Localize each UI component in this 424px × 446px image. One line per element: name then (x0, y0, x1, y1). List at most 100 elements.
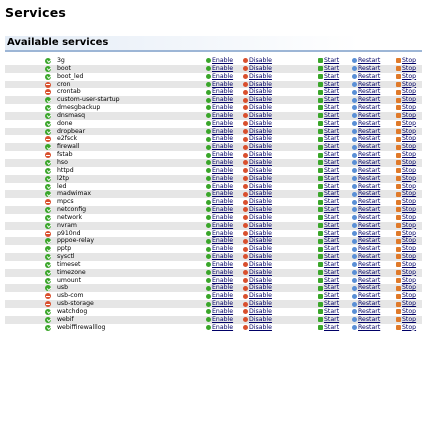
enable-icon (206, 254, 211, 260)
restart-label: Restart (358, 88, 381, 96)
restart-label: Restart (358, 72, 381, 80)
stop-icon (396, 301, 401, 307)
service-row: pppoe-relay Enable Disable Start Restart Stop (5, 237, 422, 246)
start-label: Start (324, 206, 340, 214)
enable-label: Enable (212, 190, 234, 198)
restart-label: Restart (358, 315, 381, 323)
enable-icon (206, 230, 211, 236)
disable-icon (243, 317, 248, 323)
service-name: done (57, 119, 73, 127)
enable-icon (206, 223, 211, 229)
enable-icon (206, 136, 211, 142)
service-name: led (57, 182, 67, 190)
service-name: dmesgbackup (57, 104, 101, 112)
disable-icon (243, 89, 248, 95)
stop-icon (396, 97, 401, 103)
status-enabled-icon (45, 246, 51, 253)
enable-label: Enable (212, 127, 234, 135)
service-name: l2tp (57, 174, 70, 182)
status-disabled-icon (45, 89, 51, 96)
enable-icon (206, 113, 211, 119)
enable-icon (206, 97, 211, 103)
restart-label: Restart (358, 190, 381, 198)
stop-icon (396, 270, 401, 276)
service-name: pppoe-relay (57, 237, 94, 245)
enable-icon (206, 176, 211, 182)
disable-icon (243, 66, 248, 72)
disable-icon (243, 262, 248, 268)
service-row: pptp Enable Disable Start Restart Stop (5, 245, 422, 253)
start-label: Start (324, 308, 340, 315)
stop-label: Stop (402, 111, 417, 119)
enable-label: Enable (212, 72, 234, 80)
disable-icon (243, 293, 248, 299)
restart-label: Restart (358, 323, 381, 331)
service-name: webiffirewalllog (57, 323, 106, 331)
service-name: usb-storage (57, 300, 94, 308)
start-icon (318, 176, 323, 182)
start-label: Start (324, 104, 340, 112)
status-disabled-icon (45, 199, 51, 206)
start-label: Start (324, 64, 340, 72)
restart-label: Restart (358, 276, 381, 284)
restart-label: Restart (358, 253, 381, 261)
stop-icon (396, 262, 401, 268)
start-label: Start (324, 96, 340, 104)
restart-icon (352, 301, 357, 307)
stop-label: Stop (402, 300, 417, 308)
status-enabled-icon (45, 58, 51, 64)
status-enabled-icon (45, 112, 51, 119)
disable-label: Disable (249, 260, 272, 268)
restart-label: Restart (358, 158, 381, 166)
start-icon (318, 285, 323, 291)
service-name: fstab (57, 151, 73, 159)
enable-label: Enable (212, 229, 234, 237)
page-title: Services (5, 5, 67, 20)
disable-icon (243, 238, 248, 244)
disable-label: Disable (249, 268, 272, 276)
restart-label: Restart (358, 96, 381, 104)
stop-label: Stop (402, 72, 417, 80)
restart-icon (352, 199, 357, 205)
stop-label: Stop (402, 182, 417, 190)
services-list: 3g Enable Disable Start Restart Stop boot Enabl… (5, 57, 422, 332)
stop-icon (396, 144, 401, 150)
start-icon (318, 230, 323, 236)
disable-label: Disable (249, 57, 272, 64)
restart-label: Restart (358, 300, 381, 308)
restart-icon (352, 230, 357, 236)
disable-label: Disable (249, 64, 272, 72)
restart-icon (352, 238, 357, 244)
restart-label: Restart (358, 151, 381, 159)
start-label: Start (324, 182, 340, 190)
disable-label: Disable (249, 206, 272, 214)
status-enabled-icon (45, 191, 51, 198)
service-name: timezone (57, 268, 86, 276)
restart-icon (352, 160, 357, 166)
status-enabled-icon (45, 105, 51, 112)
status-enabled-icon (45, 261, 51, 268)
disable-label: Disable (249, 229, 272, 237)
status-enabled-icon (45, 254, 51, 261)
stop-icon (396, 183, 401, 189)
start-icon (318, 97, 323, 103)
enable-label: Enable (212, 135, 234, 143)
start-icon (318, 105, 323, 111)
enable-label: Enable (212, 64, 234, 72)
enable-icon (206, 121, 211, 127)
start-label: Start (324, 158, 340, 166)
service-row: madwimax Enable Disable Start Restart Stop (5, 190, 422, 199)
service-row: webiffirewalllog Enable Disable Start Restar… (5, 324, 422, 332)
status-enabled-icon (45, 269, 51, 276)
restart-label: Restart (358, 111, 381, 119)
disable-icon (243, 270, 248, 276)
disable-label: Disable (249, 284, 272, 292)
stop-label: Stop (402, 198, 417, 206)
restart-label: Restart (358, 80, 381, 88)
start-label: Start (324, 57, 340, 64)
section-header: Available services (5, 36, 422, 52)
enable-icon (206, 160, 211, 166)
stop-icon (396, 317, 401, 323)
enable-label: Enable (212, 166, 234, 174)
restart-label: Restart (358, 308, 381, 315)
